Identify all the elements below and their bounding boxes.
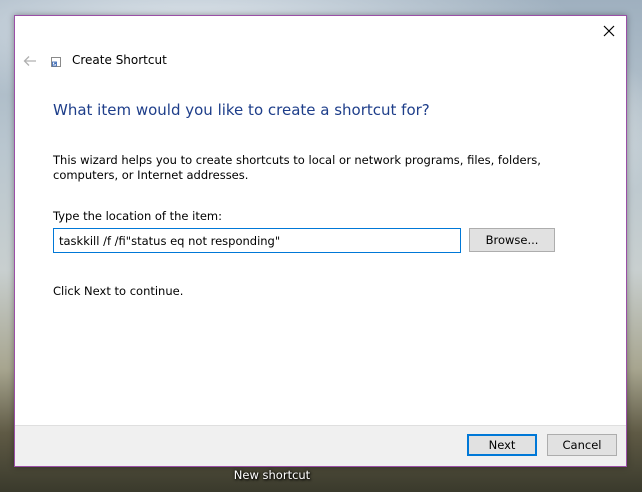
close-icon <box>603 25 615 37</box>
close-button[interactable] <box>598 20 620 42</box>
create-shortcut-dialog: Create Shortcut What item would you like… <box>14 15 627 467</box>
browse-button[interactable]: Browse... <box>469 228 555 252</box>
back-button[interactable] <box>21 52 39 70</box>
continue-instruction: Click Next to continue. <box>53 284 184 298</box>
wizard-description: This wizard helps you to create shortcut… <box>53 153 541 182</box>
dialog-footer: Next Cancel <box>15 425 626 466</box>
page-heading: What item would you like to create a sho… <box>53 101 430 119</box>
desktop-background: Create Shortcut What item would you like… <box>0 0 642 492</box>
location-input[interactable] <box>53 228 461 253</box>
cancel-button[interactable]: Cancel <box>547 434 617 456</box>
next-button[interactable]: Next <box>467 434 537 456</box>
shortcut-icon <box>51 57 61 67</box>
location-label: Type the location of the item: <box>53 209 223 223</box>
desktop-shortcut-label[interactable]: New shortcut <box>228 468 316 482</box>
dialog-title: Create Shortcut <box>72 53 167 67</box>
back-arrow-icon <box>23 56 36 66</box>
